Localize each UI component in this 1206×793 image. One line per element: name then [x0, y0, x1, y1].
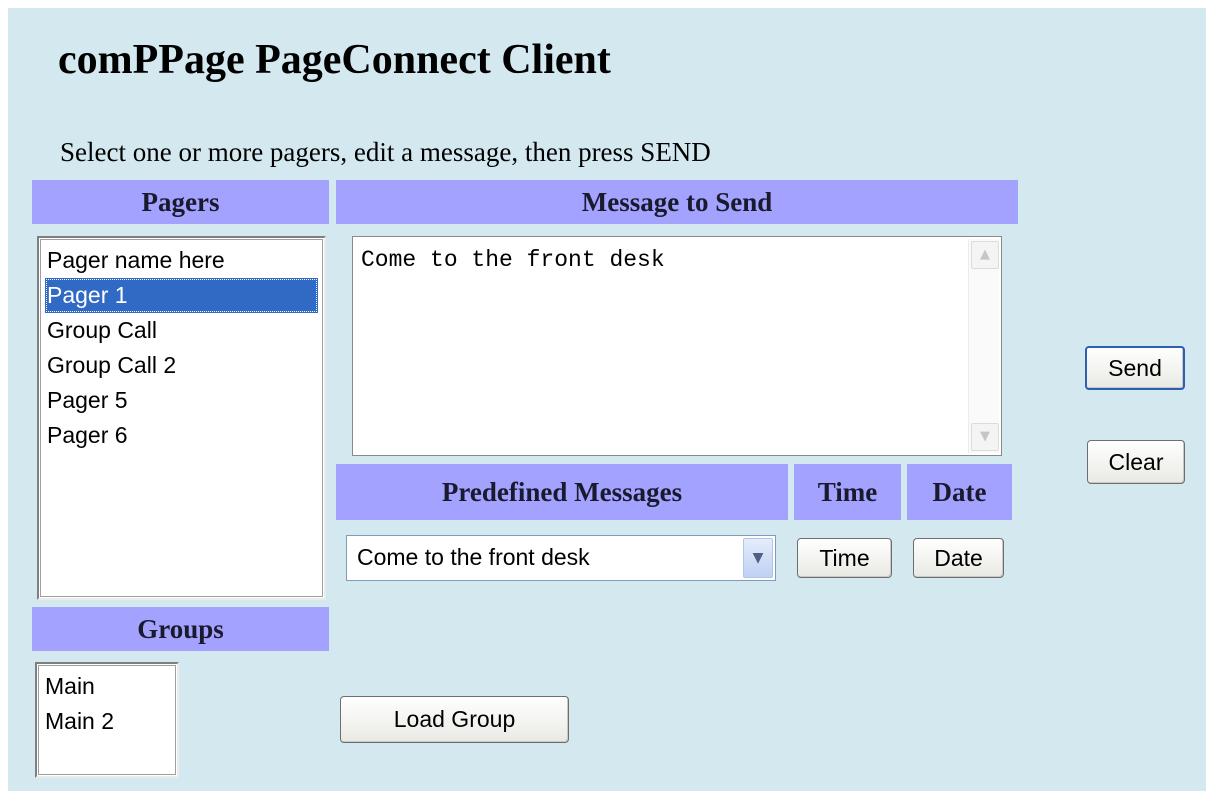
chevron-down-icon[interactable]: ▼ — [743, 538, 773, 578]
pagers-listbox[interactable]: Pager name here Pager 1 Group Call Group… — [37, 236, 326, 600]
group-list-item[interactable]: Main — [43, 669, 171, 704]
send-button[interactable]: Send — [1085, 346, 1185, 390]
pager-list-item-selected[interactable]: Pager 1 — [45, 278, 318, 313]
page-title: comPPage PageConnect Client — [58, 37, 611, 83]
groups-header: Groups — [32, 607, 329, 651]
client-panel: comPPage PageConnect Client Select one o… — [8, 8, 1206, 791]
clear-button[interactable]: Clear — [1087, 440, 1185, 484]
date-button[interactable]: Date — [913, 538, 1004, 578]
predefined-messages-select[interactable]: Come to the front desk ▼ — [346, 535, 776, 581]
message-header: Message to Send — [336, 180, 1018, 224]
predefined-header: Predefined Messages — [336, 464, 788, 520]
pager-list-item[interactable]: Group Call 2 — [45, 348, 318, 383]
pager-list-item[interactable]: Pager name here — [45, 243, 318, 278]
date-header: Date — [907, 464, 1012, 520]
time-button[interactable]: Time — [797, 538, 892, 578]
pagers-header: Pagers — [32, 180, 329, 224]
group-list-item[interactable]: Main 2 — [43, 704, 171, 739]
message-text: Come to the front desk — [361, 247, 665, 273]
instructions-text: Select one or more pagers, edit a messag… — [60, 137, 711, 167]
predefined-selected-value: Come to the front desk — [357, 544, 590, 570]
message-scrollbar[interactable]: ▲ ▼ — [968, 239, 999, 453]
pager-list-item[interactable]: Pager 6 — [45, 418, 318, 453]
groups-listbox[interactable]: Main Main 2 — [35, 662, 179, 778]
pager-list-item[interactable]: Group Call — [45, 313, 318, 348]
load-group-button[interactable]: Load Group — [340, 696, 569, 743]
scroll-up-icon[interactable]: ▲ — [971, 241, 999, 269]
pager-list-item[interactable]: Pager 5 — [45, 383, 318, 418]
scroll-down-icon[interactable]: ▼ — [971, 423, 999, 451]
message-textarea[interactable]: Come to the front desk ▲ ▼ — [352, 236, 1002, 456]
time-header: Time — [794, 464, 901, 520]
